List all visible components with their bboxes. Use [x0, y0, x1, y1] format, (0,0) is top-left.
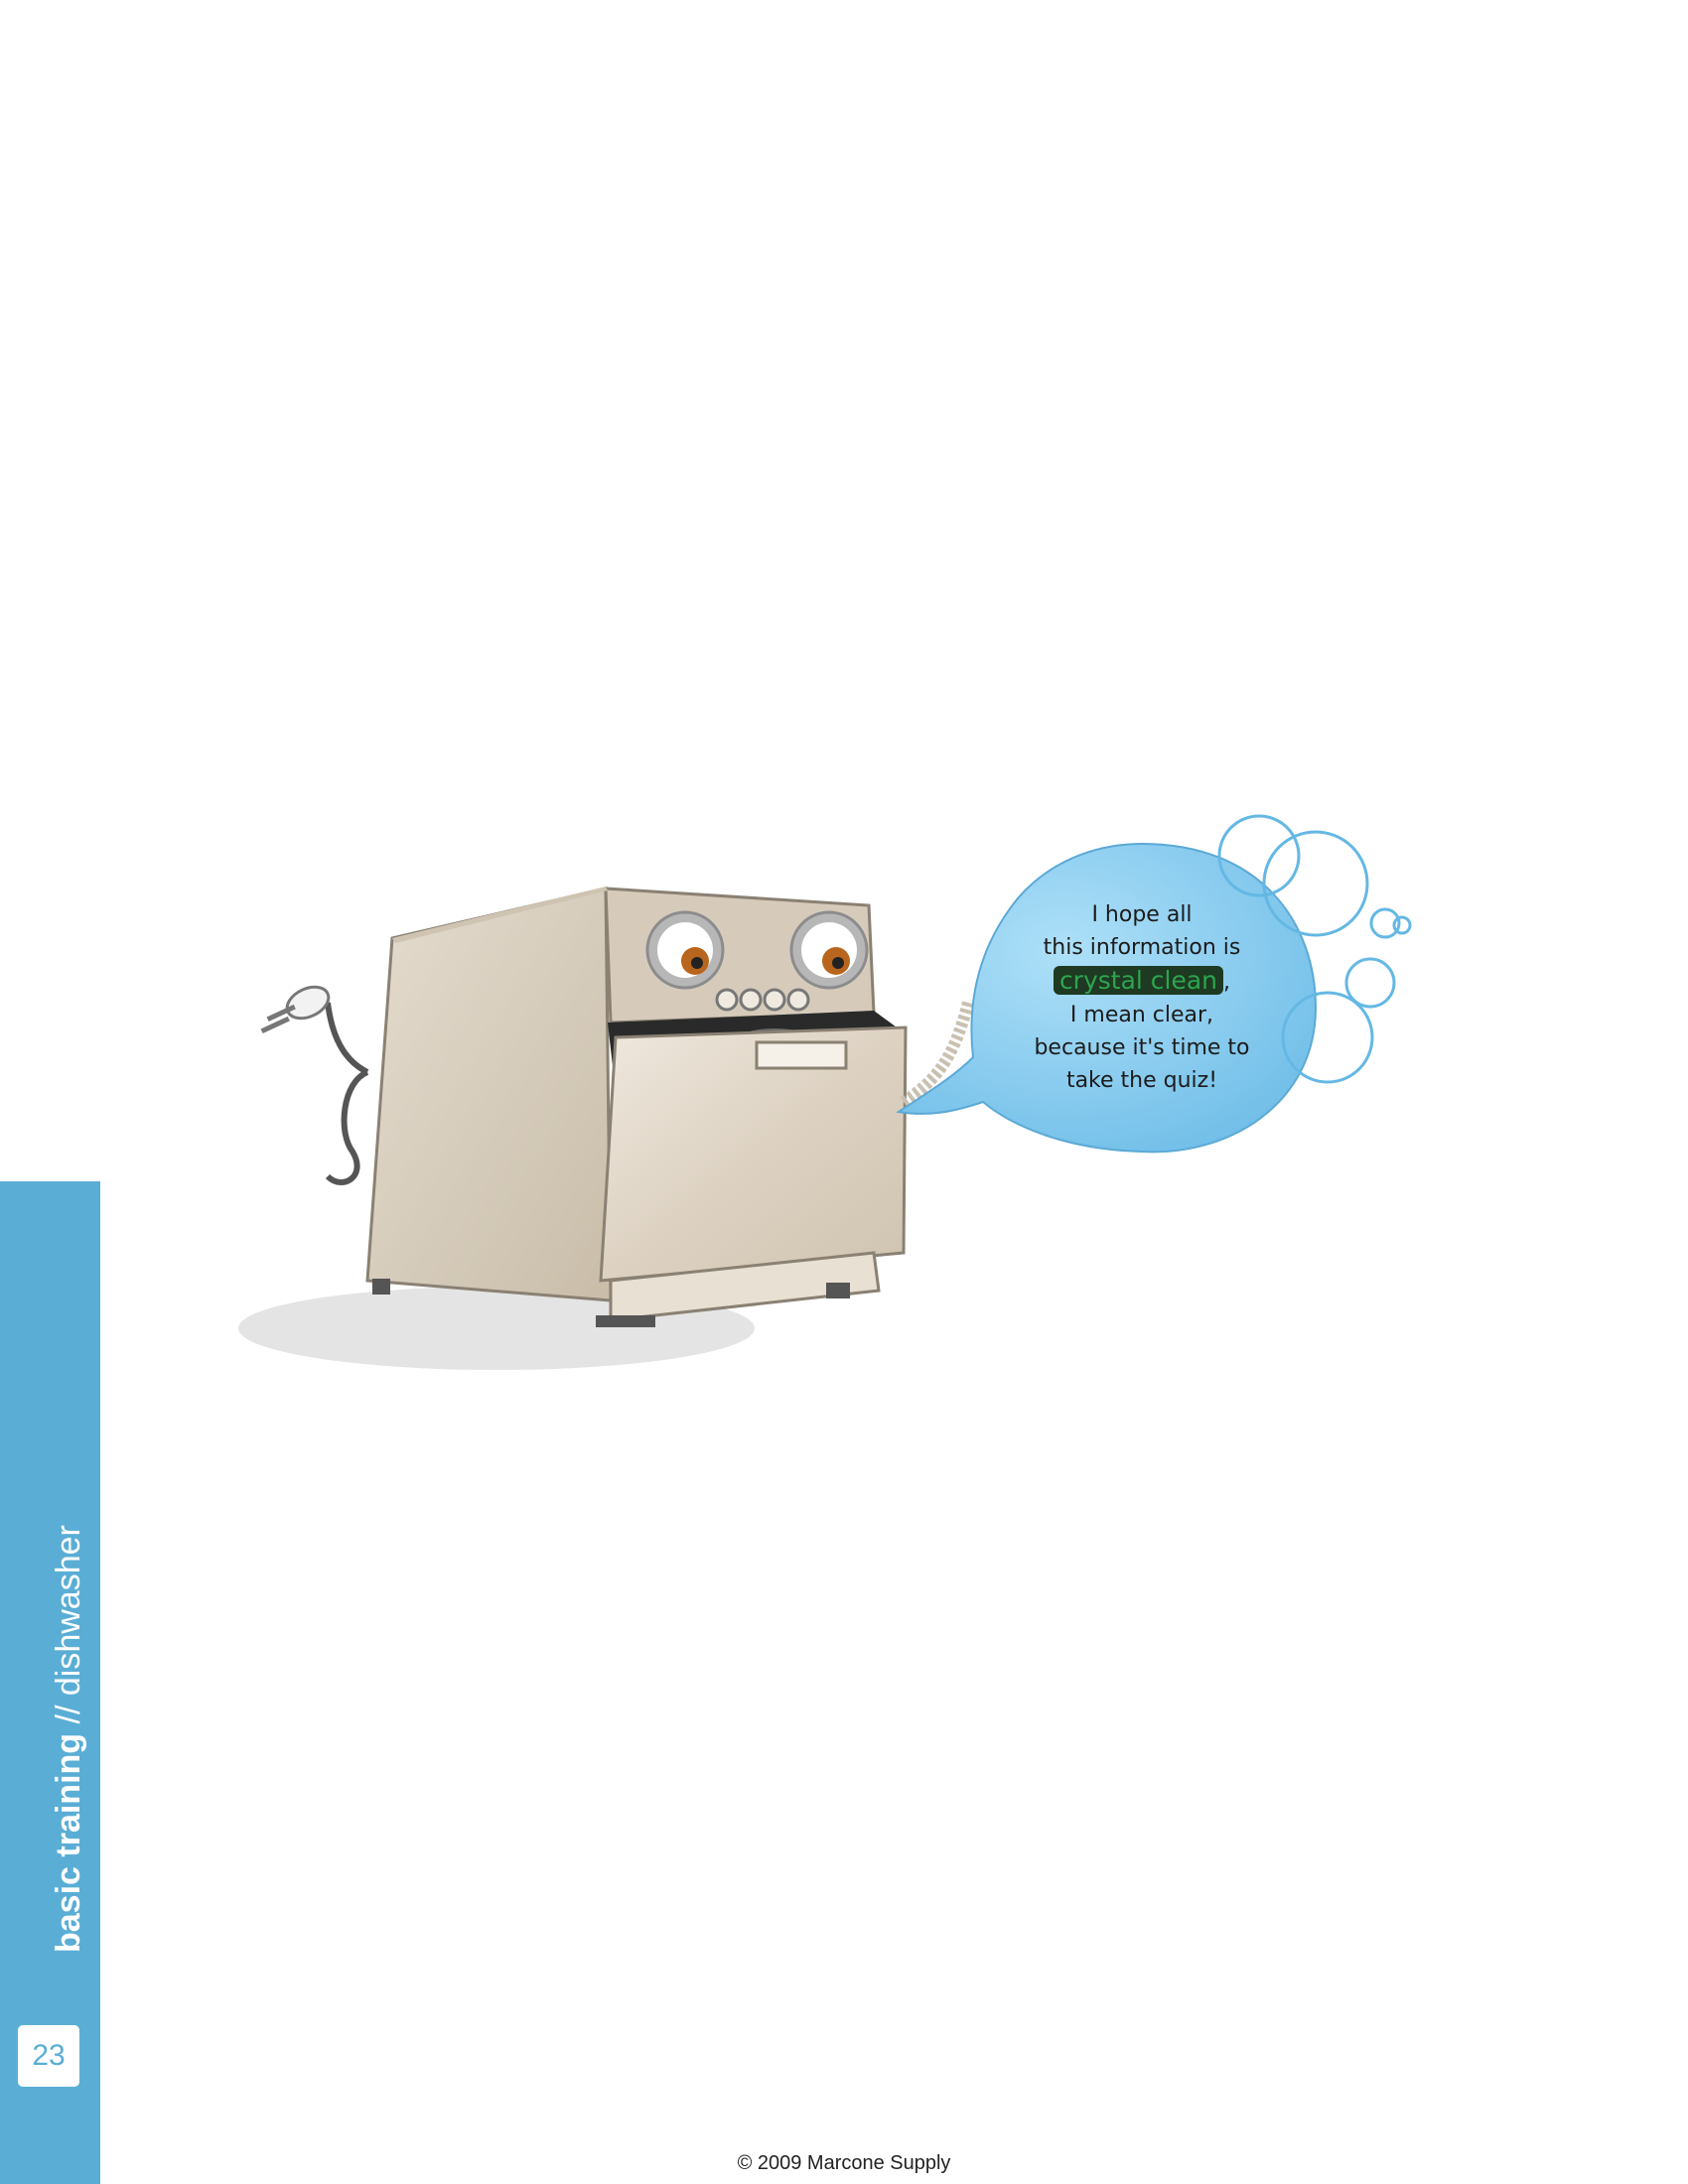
dishwasher-side — [365, 887, 613, 1302]
bubble-line-5: because it's time to — [1034, 1035, 1250, 1060]
dishwasher-character-illustration — [238, 814, 1412, 1370]
bubble-line-2: this information is — [1043, 935, 1241, 960]
speech-bubble-text: I hope all this information is crystal c… — [1008, 898, 1276, 1097]
page-number: 23 — [18, 2025, 79, 2087]
section-label-light: dishwasher — [50, 1525, 87, 1697]
bubble-highlight: crystal clean — [1053, 966, 1224, 995]
copyright-footer: © 2009 Marcone Supply — [737, 2152, 951, 2174]
section-label: basic training // dishwasher — [50, 1525, 87, 1953]
section-label-separator: // — [50, 1696, 87, 1733]
bubble-line-1: I hope all — [1091, 902, 1193, 927]
door-handle — [755, 1040, 848, 1070]
power-plug-icon — [260, 985, 369, 1185]
dishwasher-door — [599, 1025, 908, 1283]
right-eye — [789, 910, 869, 990]
section-label-bold: basic training — [50, 1732, 87, 1953]
bubble-line-6: take the quiz! — [1065, 1068, 1218, 1093]
left-eye — [645, 910, 725, 990]
bubble-highlight-suffix: , — [1223, 970, 1231, 995]
bubble-line-3: crystal clean, — [1008, 964, 1276, 999]
bubble-line-4: I mean clear, — [1069, 1003, 1214, 1027]
